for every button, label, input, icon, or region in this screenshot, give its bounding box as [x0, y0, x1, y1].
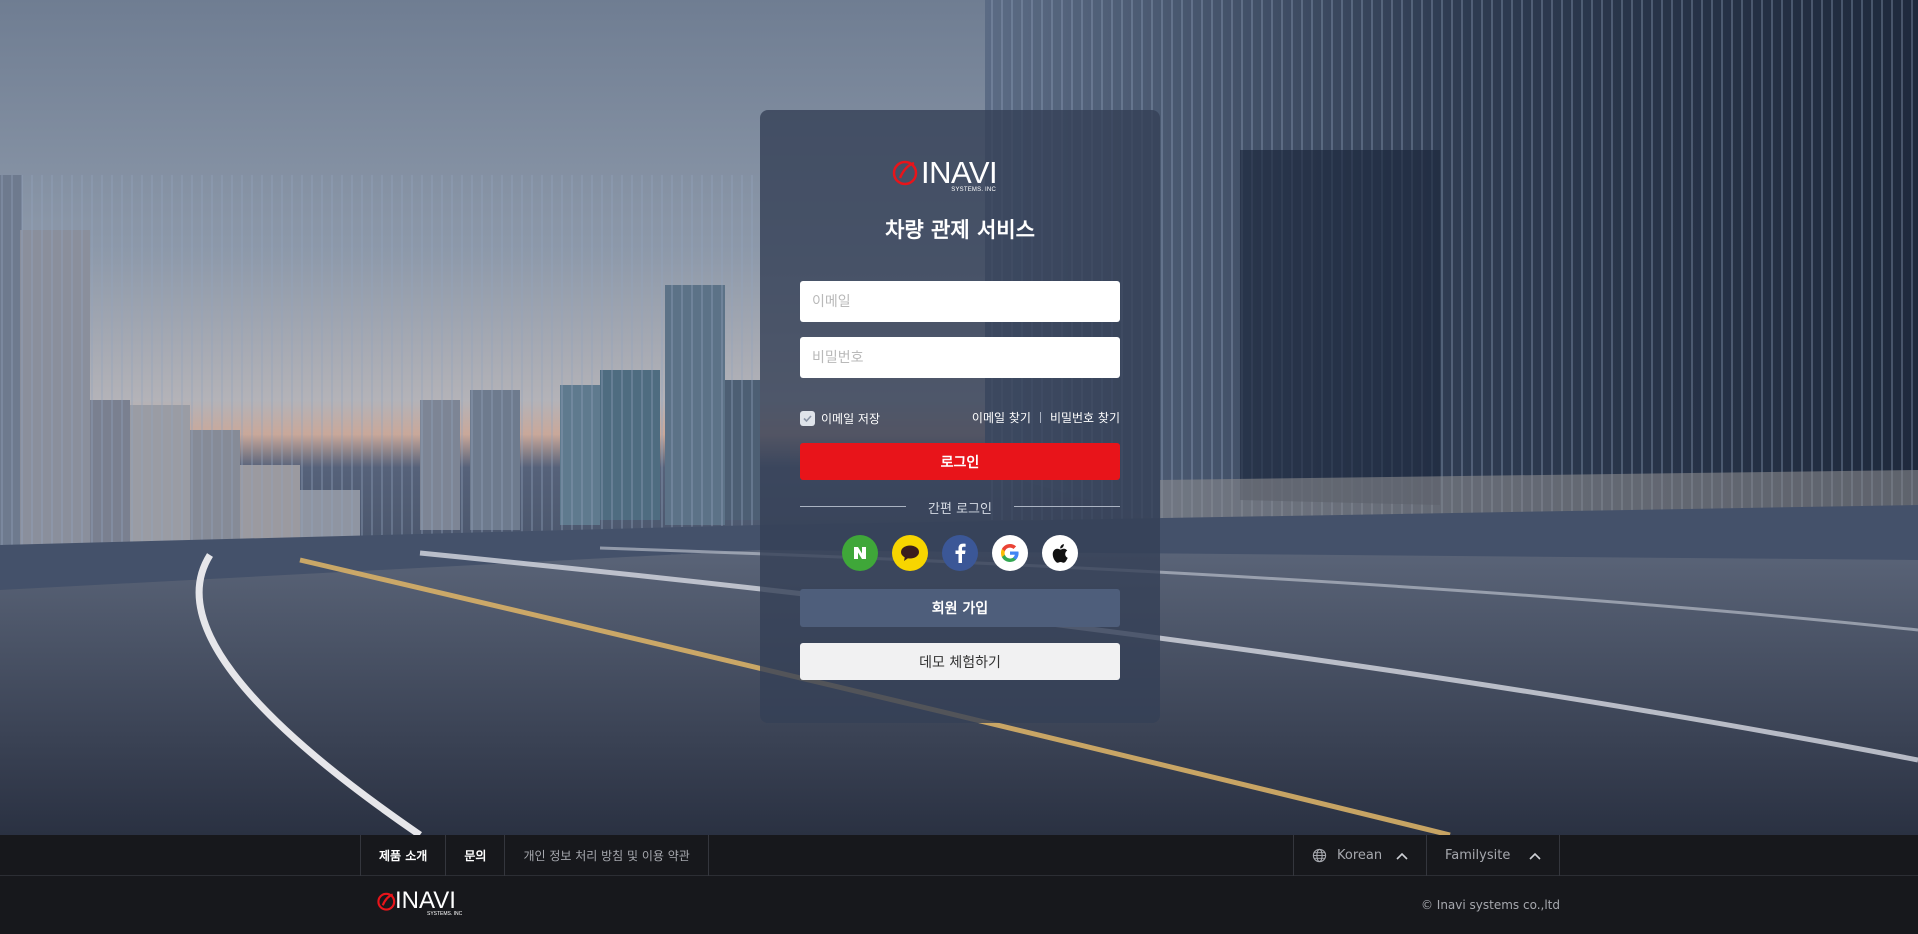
easy-login-divider: 간편 로그인 — [800, 498, 1120, 517]
divider-line-right — [1014, 506, 1120, 507]
language-selector[interactable]: Korean — [1294, 835, 1427, 876]
link-separator — [1039, 412, 1041, 423]
inavi-logo-icon — [377, 892, 396, 911]
language-label: Korean — [1337, 848, 1383, 863]
naver-login-button[interactable] — [842, 535, 878, 571]
find-password-link[interactable]: 비밀번호 찾기 — [1050, 409, 1120, 426]
apple-icon — [1052, 543, 1068, 563]
inavi-logo-icon — [892, 160, 918, 186]
footer-nav-bar: 제품 소개 문의 개인 정보 처리 방침 및 이용 약관 Korean Fami… — [0, 835, 1918, 876]
chevron-up-icon — [1529, 852, 1541, 860]
footer-nav: 제품 소개 문의 개인 정보 처리 방침 및 이용 약관 — [360, 835, 709, 876]
copyright-text: © Inavi systems co.,ltd — [1420, 898, 1560, 912]
facebook-icon — [955, 543, 966, 563]
password-input[interactable] — [800, 337, 1120, 378]
signup-button[interactable]: 회원 가입 — [800, 589, 1120, 627]
save-email-checkbox-row[interactable]: 이메일 저장 — [800, 410, 880, 427]
email-input[interactable] — [800, 281, 1120, 322]
footer-dropdowns: Korean Familysite — [1293, 835, 1560, 876]
inavi-logo: INAVI SYSTEMS. INC — [892, 155, 1028, 193]
kakao-icon — [901, 545, 919, 561]
login-card: INAVI SYSTEMS. INC 차량 관제 서비스 이메일 저장 이메일 … — [760, 110, 1160, 723]
checkmark-icon — [803, 415, 812, 423]
google-icon — [1001, 544, 1019, 562]
footer-bottom: INAVI SYSTEMS. INC © Inavi systems co.,l… — [0, 876, 1918, 934]
google-login-button[interactable] — [992, 535, 1028, 571]
apple-login-button[interactable] — [1042, 535, 1078, 571]
easy-login-label: 간편 로그인 — [928, 502, 992, 517]
facebook-login-button[interactable] — [942, 535, 978, 571]
footer-link-products[interactable]: 제품 소개 — [361, 835, 447, 876]
demo-button[interactable]: 데모 체험하기 — [800, 643, 1120, 680]
footer-logo-text: INAVI — [395, 887, 456, 914]
social-login-buttons — [760, 535, 1160, 571]
familysite-selector[interactable]: Familysite — [1427, 835, 1560, 876]
save-email-checkbox[interactable] — [800, 411, 815, 426]
logo-text: INAVI — [921, 155, 998, 190]
familysite-label: Familysite — [1445, 848, 1511, 863]
footer-logo: INAVI SYSTEMS. INC — [377, 887, 469, 917]
footer-link-inquiry[interactable]: 문의 — [446, 835, 506, 876]
login-button[interactable]: 로그인 — [800, 443, 1120, 480]
logo-subtext: SYSTEMS. INC — [951, 187, 996, 193]
find-email-link[interactable]: 이메일 찾기 — [972, 409, 1031, 426]
save-email-label: 이메일 저장 — [821, 412, 881, 426]
find-account-links: 이메일 찾기 비밀번호 찾기 — [972, 409, 1120, 426]
footer-link-privacy-terms[interactable]: 개인 정보 처리 방침 및 이용 약관 — [505, 835, 709, 876]
footer-logo-subtext: SYSTEMS. INC — [427, 911, 463, 917]
naver-icon — [854, 547, 866, 559]
globe-icon — [1312, 848, 1327, 863]
kakao-login-button[interactable] — [892, 535, 928, 571]
chevron-up-icon — [1396, 852, 1408, 860]
service-title: 차량 관제 서비스 — [885, 218, 1035, 242]
